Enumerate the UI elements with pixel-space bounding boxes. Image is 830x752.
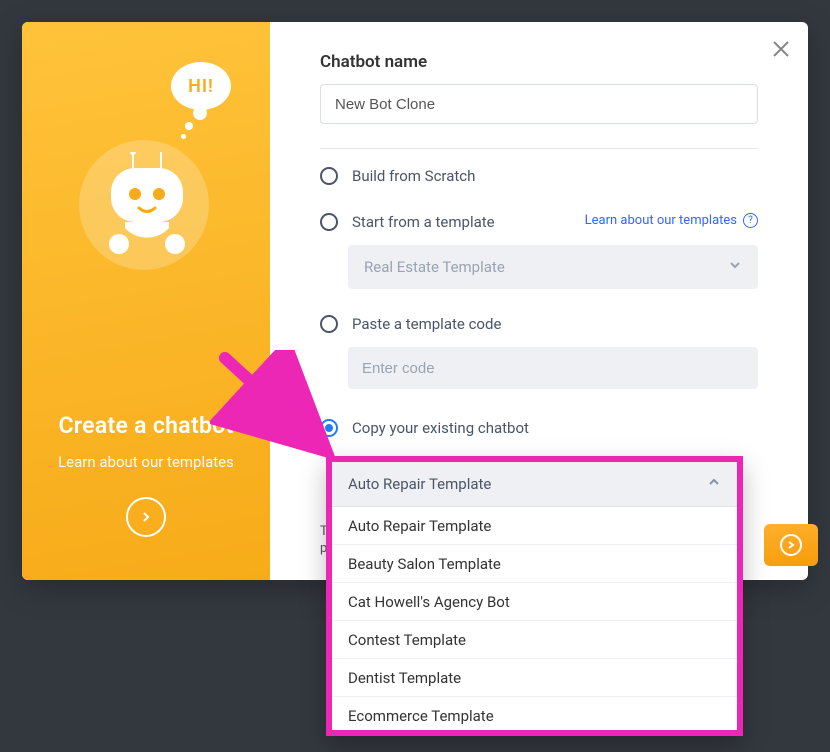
option-copy-existing[interactable]: Copy your existing chatbot — [320, 419, 758, 437]
chevron-up-icon — [707, 475, 721, 493]
dropdown-option[interactable]: Contest Template — [332, 620, 737, 658]
divider — [320, 148, 758, 149]
speech-bubble-text: HI! — [188, 76, 214, 97]
radio-label: Copy your existing chatbot — [352, 419, 529, 437]
dropdown-option[interactable]: Auto Repair Template — [332, 506, 737, 544]
option-start-from-template[interactable]: Start from a template Learn about our te… — [320, 213, 758, 231]
close-icon[interactable] — [772, 40, 790, 62]
speech-bubble: HI! — [171, 62, 231, 110]
existing-chatbot-select-value: Auto Repair Template — [348, 475, 491, 493]
robot-illustration: HI! — [61, 62, 231, 272]
radio-label: Paste a template code — [352, 315, 501, 333]
robot-icon — [99, 152, 195, 262]
help-icon: ? — [743, 213, 758, 228]
chevron-down-icon — [728, 258, 742, 276]
radio-label: Build from Scratch — [352, 167, 475, 185]
radio-icon[interactable] — [320, 213, 338, 231]
option-paste-code[interactable]: Paste a template code — [320, 315, 758, 333]
template-select-value: Real Estate Template — [364, 258, 505, 276]
dropdown-option[interactable]: Dentist Template — [332, 658, 737, 696]
dropdown-option[interactable]: Ecommerce Template — [332, 696, 737, 730]
side-templates-link[interactable]: Learn about our templates — [58, 453, 234, 471]
dropdown-option[interactable]: Beauty Salon Template — [332, 544, 737, 582]
radio-icon[interactable] — [320, 419, 338, 437]
existing-chatbot-select[interactable]: Auto Repair Template — [332, 462, 737, 506]
existing-chatbot-options-list[interactable]: Auto Repair Template Beauty Salon Templa… — [332, 506, 737, 730]
side-panel: HI! Create a chatbot Learn about our — [22, 22, 270, 580]
option-build-from-scratch[interactable]: Build from Scratch — [320, 167, 758, 185]
existing-chatbot-dropdown-highlight: Auto Repair Template Auto Repair Templat… — [326, 456, 743, 736]
radio-label: Start from a template — [352, 213, 495, 231]
dropdown-option[interactable]: Cat Howell's Agency Bot — [332, 582, 737, 620]
chatbot-name-input[interactable] — [320, 84, 758, 124]
learn-templates-link[interactable]: Learn about our templates ? — [585, 213, 758, 228]
next-button[interactable] — [764, 524, 818, 566]
radio-icon[interactable] — [320, 315, 338, 333]
side-title: Create a chatbot — [58, 412, 233, 439]
radio-icon[interactable] — [320, 167, 338, 185]
side-next-button[interactable] — [126, 497, 166, 537]
template-select[interactable]: Real Estate Template — [348, 245, 758, 289]
chatbot-name-label: Chatbot name — [320, 52, 758, 72]
template-code-input[interactable] — [348, 347, 758, 389]
